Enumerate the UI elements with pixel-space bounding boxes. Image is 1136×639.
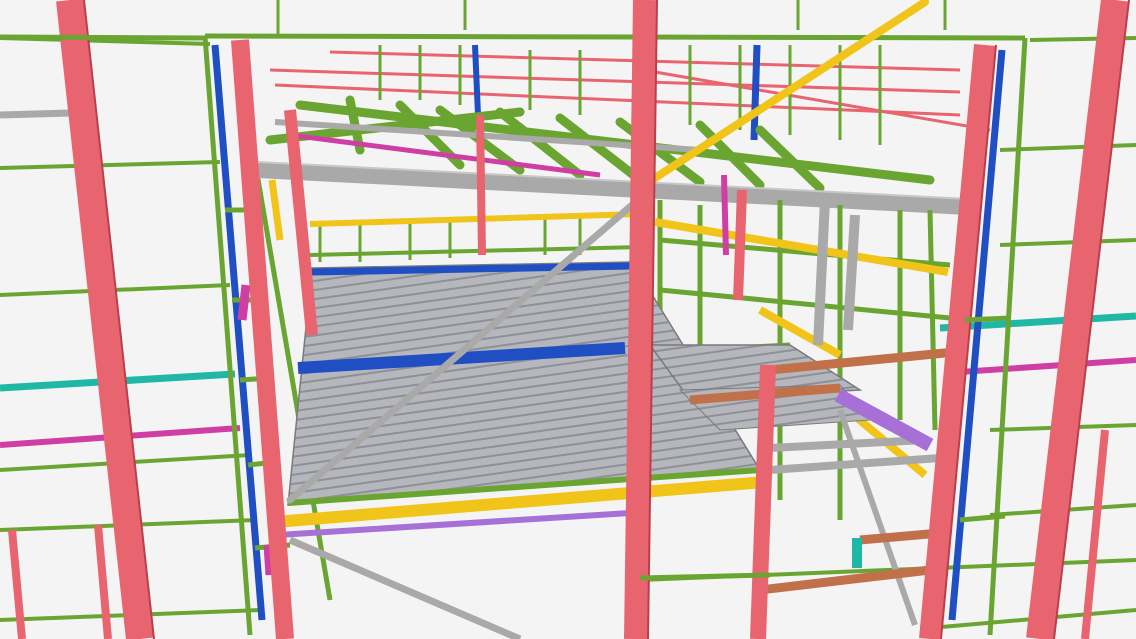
red-post-back — [476, 114, 486, 256]
cyan-connection-plate — [852, 538, 862, 568]
magenta-post-left — [237, 284, 251, 321]
roof-blue-post — [472, 44, 481, 116]
background-brace — [0, 109, 71, 119]
red-column-center — [624, 0, 657, 639]
steel-structure-model — [0, 0, 1136, 639]
red-post-right-inner — [733, 189, 747, 301]
3d-model-viewport[interactable] — [0, 0, 1136, 639]
magenta-post-center — [721, 174, 729, 256]
roof-blue-post-2 — [750, 44, 761, 141]
red-column-stair — [750, 364, 776, 639]
